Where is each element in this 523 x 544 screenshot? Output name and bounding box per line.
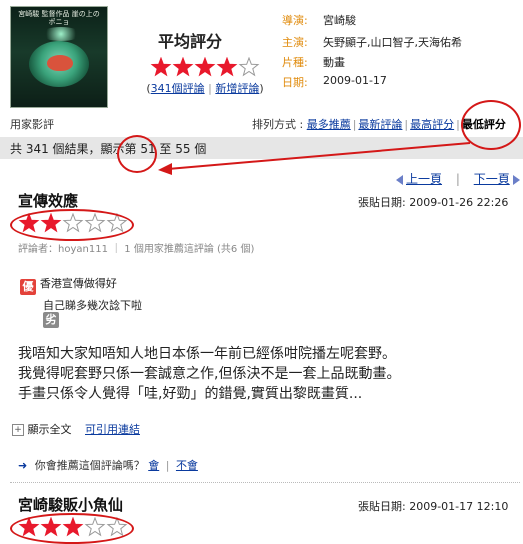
con-badge-icon: 劣: [43, 312, 59, 328]
next-arrow-icon: [512, 174, 520, 185]
review-body-line: 手畫只係令人覺得「哇,好勁」的錯覺,實質出黎既畫質...: [18, 386, 363, 402]
permalink-link[interactable]: 可引用連結: [85, 423, 140, 436]
review-body: 我唔知大家知唔知人地日本係一年前已經係咁院播左呢套野。 我覺得呢套野只係一套誠意…: [18, 344, 400, 404]
annotation-circle-rating-2: [10, 513, 134, 544]
pager-divider: |: [455, 172, 460, 186]
recommend-question: 你會推薦這個評論嗎？: [34, 459, 145, 472]
recommend-yes-link[interactable]: 會: [148, 459, 159, 472]
review-date: 張貼日期: 2009-01-26 22:26: [358, 196, 509, 209]
pro-badge-icon: 優: [20, 279, 36, 295]
review-divider: [10, 482, 520, 483]
prev-arrow-icon: [396, 174, 403, 185]
pro-text: 香港宣傳做得好: [39, 277, 117, 290]
review-actions: + 顯示全文 可引用連結: [12, 421, 140, 437]
expand-icon[interactable]: +: [12, 424, 24, 436]
show-full-text[interactable]: 顯示全文: [28, 423, 72, 436]
con-row: 劣: [43, 312, 59, 328]
review-meta: 評論者：hoyan111 ｜ 1 個用家推薦這評論 (共6 個): [18, 244, 255, 255]
review-body-line: 我唔知大家知唔知人地日本係一年前已經係咁院播左呢套野。: [18, 346, 396, 362]
pro-row: 優 香港宣傳做得好: [20, 277, 117, 295]
recommend-no-link[interactable]: 不會: [176, 459, 198, 472]
arrow-right-icon: ➜: [18, 459, 28, 472]
review-date: 張貼日期: 2009-01-17 12:10: [358, 500, 509, 513]
pager: 上一頁 | 下一頁: [396, 170, 520, 187]
recommend-row: ➜ 你會推薦這個評論嗎？ 會 | 不會: [18, 457, 198, 473]
con-text: 自己睇多幾次諗下啦: [43, 299, 142, 312]
recommend-divider: |: [165, 459, 170, 472]
prev-page-link[interactable]: 上一頁: [406, 172, 442, 186]
annotation-circle-rating-1: [10, 209, 134, 241]
review-title[interactable]: 宮崎駿販小魚仙: [18, 494, 123, 515]
review-body-line: 我覺得呢套野只係一套誠意之作,但係決不是一套上品既動畫。: [18, 366, 401, 382]
next-page-link[interactable]: 下一頁: [474, 172, 510, 186]
review-title[interactable]: 宣傳效應: [18, 190, 78, 211]
